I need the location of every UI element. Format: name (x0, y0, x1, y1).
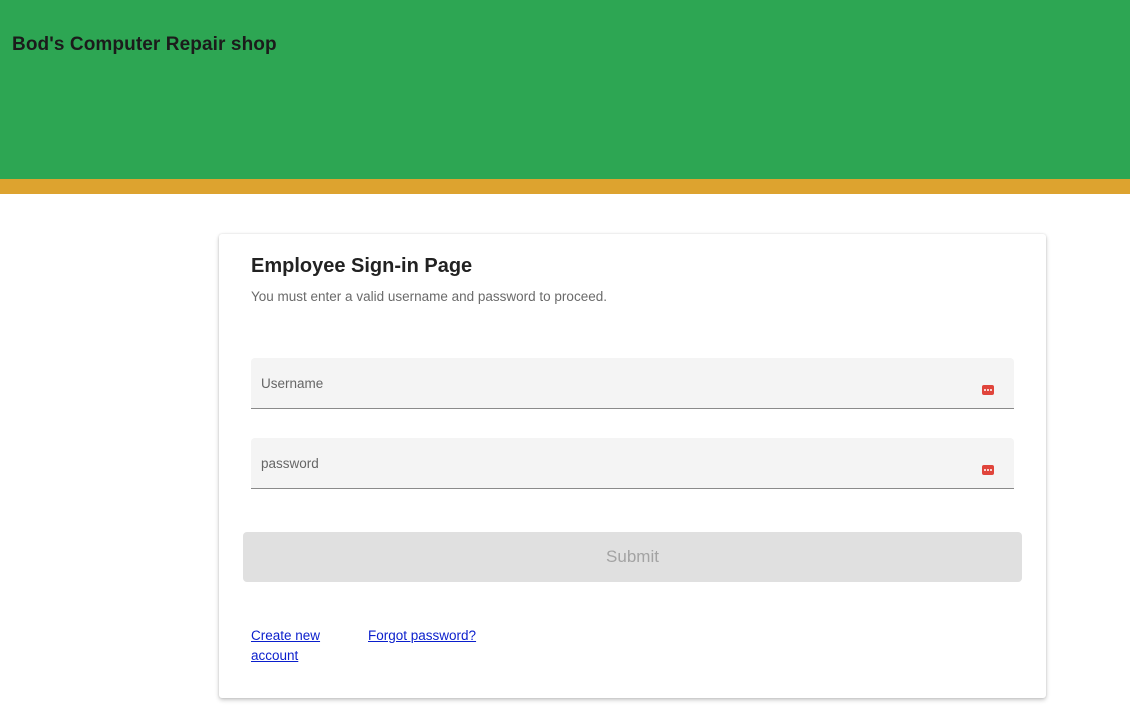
password-input[interactable] (251, 438, 1014, 488)
forgot-password-link[interactable]: Forgot password? (368, 626, 476, 646)
app-title: Bod's Computer Repair shop (12, 34, 277, 55)
app-header: Bod's Computer Repair shop (0, 0, 1130, 179)
signin-card: Employee Sign-in Page You must enter a v… (219, 234, 1046, 698)
username-field[interactable]: Username (251, 358, 1014, 409)
username-input[interactable] (251, 358, 1014, 408)
create-account-link[interactable]: Create new account (251, 626, 341, 666)
password-autofill-icon[interactable] (982, 385, 994, 395)
password-autofill-icon[interactable] (982, 465, 994, 475)
submit-button[interactable]: Submit (243, 532, 1022, 582)
header-accent-stripe (0, 179, 1130, 194)
page-title: Employee Sign-in Page (251, 255, 473, 277)
page-subtitle: You must enter a valid username and pass… (251, 289, 607, 304)
password-field[interactable]: password (251, 438, 1014, 489)
